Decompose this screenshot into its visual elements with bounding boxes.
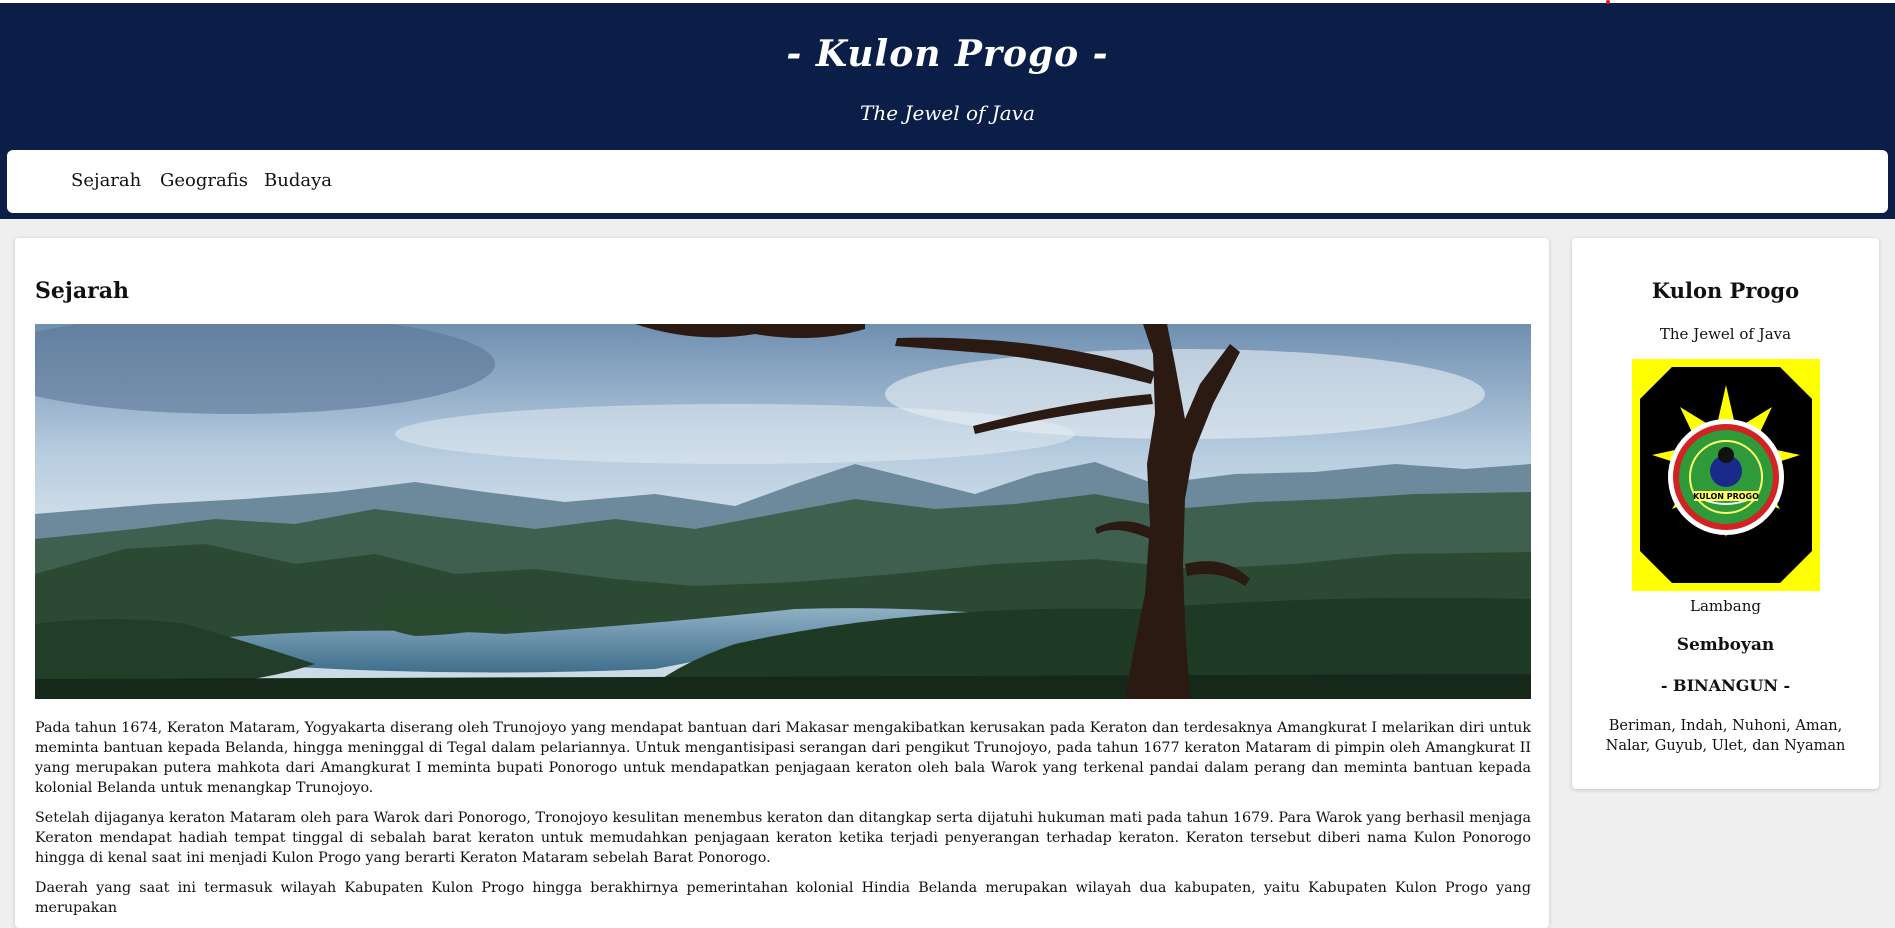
- site-header: - Kulon Progo - The Jewel of Java Sejara…: [0, 0, 1895, 219]
- nav-item-budaya[interactable]: Budaya: [264, 170, 332, 191]
- motto-meaning: Beriman, Indah, Nuhoni, Aman, Nalar, Guy…: [1605, 718, 1846, 754]
- main-navigation: Sejarah Geografis Budaya: [7, 150, 1888, 213]
- red-dot: [1606, 0, 1610, 4]
- emblem-caption: Lambang: [1690, 597, 1761, 615]
- nav-item-sejarah[interactable]: Sejarah: [71, 170, 141, 191]
- sidebar-title: Kulon Progo: [1651, 278, 1800, 303]
- regency-emblem: KULON PROGO: [1632, 359, 1820, 591]
- section-title: Sejarah: [35, 278, 129, 304]
- sidebar-card: Kulon Progo The Jewel of Java KULON PROG…: [1572, 238, 1879, 789]
- nav-item-geografis[interactable]: Geografis: [160, 170, 248, 191]
- sidebar-tagline: The Jewel of Java: [1659, 325, 1792, 343]
- motto-heading: Semboyan: [1676, 635, 1775, 655]
- main-content-card: Sejarah Pada tahun 1674, Keraton Mataram…: [15, 238, 1549, 928]
- landscape-illustration: [35, 324, 1531, 699]
- svg-text:KULON PROGO: KULON PROGO: [1693, 492, 1759, 501]
- site-title: - Kulon Progo -: [786, 33, 1109, 75]
- hero-landscape-image: [35, 324, 1531, 699]
- paragraph: Daerah yang saat ini termasuk wilayah Ka…: [35, 880, 1531, 916]
- paragraph: Pada tahun 1674, Keraton Mataram, Yogyak…: [35, 720, 1531, 796]
- emblem-icon: KULON PROGO: [1632, 359, 1820, 591]
- site-tagline: The Jewel of Java: [860, 101, 1035, 125]
- paragraph: Setelah dijaganya keraton Mataram oleh p…: [35, 810, 1531, 866]
- motto: - BINANGUN -: [1660, 676, 1791, 695]
- history-text: Pada tahun 1674, Keraton Mataram, Yogyak…: [35, 718, 1531, 928]
